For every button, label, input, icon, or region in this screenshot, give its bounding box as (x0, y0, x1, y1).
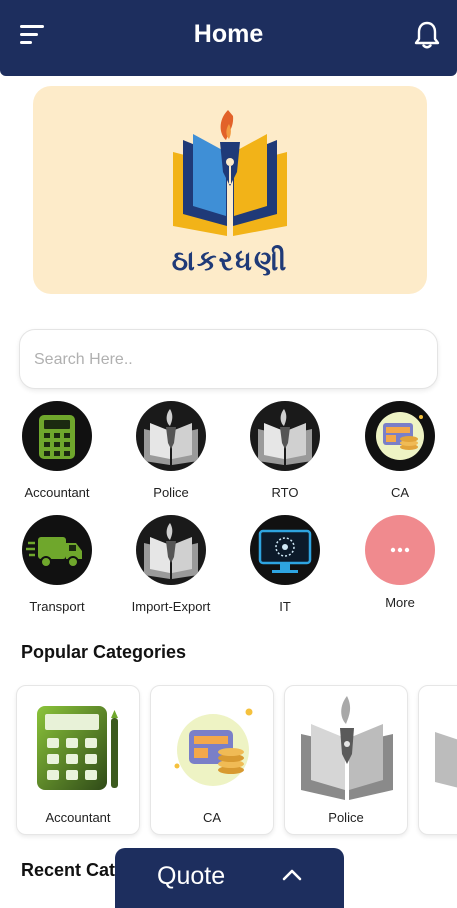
book-pen-icon (136, 515, 206, 585)
app-header: Home (0, 0, 457, 76)
category-label: IT (279, 599, 291, 614)
category-label: RTO (271, 485, 299, 500)
notification-bell-icon[interactable] (413, 20, 441, 50)
category-ca[interactable]: CA (345, 401, 455, 500)
book-pen-icon (250, 401, 320, 471)
category-label: CA (390, 485, 410, 500)
truck-icon (22, 515, 92, 585)
quote-button[interactable]: Quote (115, 848, 344, 908)
popular-card-label: Police (328, 810, 364, 825)
search-box[interactable] (19, 329, 438, 389)
calculator-icon (22, 401, 92, 471)
popular-card-ca[interactable]: CA (150, 685, 274, 835)
page-title: Home (193, 20, 264, 48)
book-pen-icon (301, 696, 393, 800)
category-import-export[interactable]: Import-Export (116, 515, 226, 614)
category-label: More (385, 595, 415, 610)
quote-label: Quote (157, 862, 226, 890)
book-pen-icon (136, 401, 206, 471)
category-it[interactable]: IT (230, 515, 340, 614)
brand-banner: ઠાકરધણી (33, 86, 427, 294)
category-more[interactable]: More (345, 515, 455, 610)
popular-categories-title: Popular Categories (21, 642, 187, 662)
category-police[interactable]: Police (116, 401, 226, 500)
book-pen-icon (435, 732, 457, 788)
popular-card-accountant[interactable]: Accountant (16, 685, 140, 835)
finance-icon (174, 708, 253, 786)
popular-card-label: CA (202, 810, 222, 825)
calculator-icon (37, 706, 118, 790)
category-label: Import-Export (131, 599, 211, 614)
category-rto[interactable]: RTO (230, 401, 340, 500)
chevron-up-icon (282, 869, 302, 881)
popular-card-partial[interactable] (418, 685, 457, 835)
search-input[interactable] (34, 348, 414, 372)
category-label: Police (153, 485, 189, 500)
popular-card-label: Accountant (45, 810, 111, 825)
finance-icon (365, 401, 435, 471)
book-logo-icon (173, 110, 287, 236)
category-label: Transport (29, 599, 85, 614)
category-accountant[interactable]: Accountant (2, 401, 112, 500)
category-transport[interactable]: Transport (2, 515, 112, 614)
brand-text: ઠાકરધણી (171, 244, 289, 277)
category-label: Accountant (24, 485, 90, 500)
more-dots-icon (365, 515, 435, 585)
popular-card-police[interactable]: Police (284, 685, 408, 835)
monitor-icon (250, 515, 320, 585)
